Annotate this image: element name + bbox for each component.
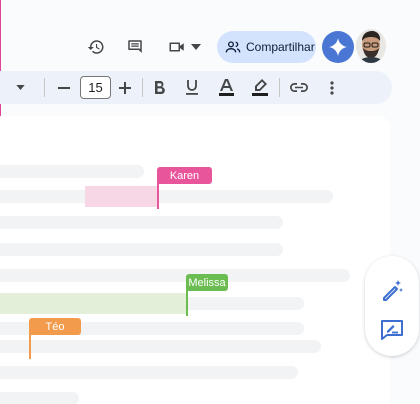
- more-vert-icon[interactable]: [326, 71, 338, 104]
- selection-melissa: [0, 293, 187, 314]
- text-line: [0, 366, 298, 379]
- bold-icon[interactable]: [151, 71, 167, 104]
- gemini-icon: [328, 37, 348, 57]
- video-icon[interactable]: [165, 35, 189, 59]
- feedback-icon[interactable]: [377, 316, 407, 344]
- selection-karen: [85, 186, 158, 207]
- document-page[interactable]: [0, 116, 390, 404]
- share-button[interactable]: Compartilhar: [217, 31, 316, 63]
- text-line: [0, 269, 350, 282]
- cursor-melissa: [186, 290, 188, 316]
- link-icon[interactable]: [289, 71, 309, 104]
- collaborator-flag-melissa: Melissa: [186, 274, 228, 291]
- gemini-button[interactable]: [322, 31, 354, 63]
- comments-icon[interactable]: [123, 35, 147, 59]
- share-label: Compartilhar: [246, 40, 315, 54]
- share-people-icon: [225, 40, 241, 54]
- highlight-icon[interactable]: [251, 71, 269, 104]
- text-line: [0, 190, 333, 203]
- toolbar-divider: [142, 78, 143, 97]
- text-line: [0, 392, 79, 404]
- minus-icon[interactable]: [56, 71, 72, 104]
- plus-icon[interactable]: [117, 71, 133, 104]
- cursor-teo: [29, 333, 31, 359]
- collaborator-flag-karen: Karen: [157, 167, 212, 184]
- text-line: [0, 340, 321, 353]
- chevron-down-icon[interactable]: [12, 71, 28, 104]
- font-size-field[interactable]: 15: [80, 76, 111, 99]
- text-line: [0, 243, 283, 256]
- history-icon[interactable]: [84, 35, 108, 59]
- chevron-down-icon[interactable]: [188, 38, 204, 56]
- edit-sparkle-icon[interactable]: [377, 276, 407, 304]
- collaborator-flag-teo: Téo: [29, 318, 81, 335]
- avatar[interactable]: [356, 29, 386, 63]
- text-color-icon[interactable]: [217, 71, 235, 104]
- text-line: [0, 165, 144, 178]
- header: Compartilhar: [0, 0, 420, 68]
- cursor-karen: [157, 184, 159, 209]
- toolbar-divider: [44, 78, 45, 97]
- toolbar-divider: [279, 78, 280, 97]
- text-line: [0, 216, 283, 229]
- underline-icon[interactable]: [184, 71, 200, 104]
